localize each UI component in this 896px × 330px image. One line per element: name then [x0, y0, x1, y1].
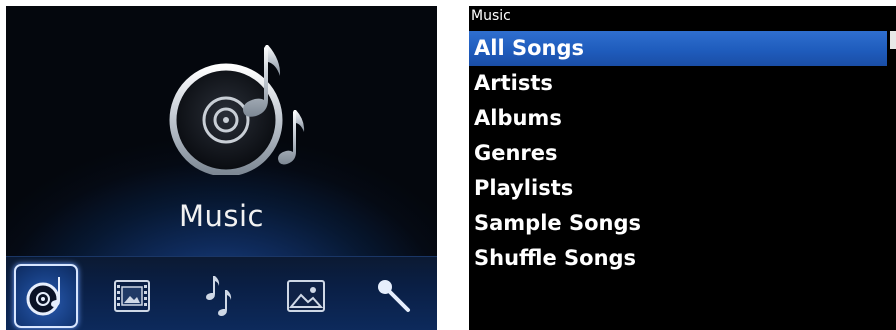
screen-title: Music	[471, 8, 511, 24]
menu-item-artists[interactable]: Artists	[469, 66, 887, 101]
tray-item-video[interactable]	[100, 264, 164, 328]
tray-item-voice-notes[interactable]	[362, 264, 426, 328]
menu-item-playlists[interactable]: Playlists	[469, 171, 887, 206]
menu-item-all-songs[interactable]: All Songs	[469, 31, 887, 66]
tray-item-music[interactable]	[14, 264, 78, 328]
music-list-panel: Music All Songs Artists Albums Genres Pl…	[469, 6, 896, 330]
scrollbar-thumb[interactable]	[890, 31, 896, 49]
menu-item-genres[interactable]: Genres	[469, 136, 887, 171]
menu-item-sample-songs[interactable]: Sample Songs	[469, 206, 887, 241]
tray-item-ringtones[interactable]	[188, 264, 252, 328]
hero-label: Music	[178, 199, 264, 233]
music-icon	[26, 277, 60, 316]
music-disc-icon	[169, 45, 305, 175]
tray-item-pictures[interactable]	[274, 264, 338, 328]
scrollbar[interactable]	[890, 31, 896, 330]
pictures-icon	[287, 280, 325, 312]
home-screen-panel: Music	[6, 6, 437, 330]
video-icon	[114, 280, 150, 312]
voice-notes-icon	[378, 280, 410, 312]
menu-item-albums[interactable]: Albums	[469, 101, 887, 136]
music-menu-list: All Songs Artists Albums Genres Playlist…	[469, 31, 896, 276]
app-tray	[6, 256, 437, 330]
menu-item-shuffle-songs[interactable]: Shuffle Songs	[469, 241, 887, 276]
ringtone-icon	[206, 276, 232, 316]
